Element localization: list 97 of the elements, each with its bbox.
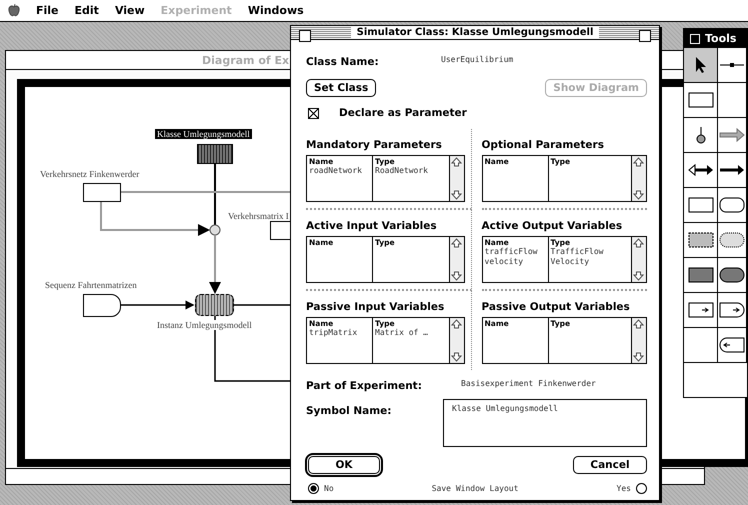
radio-label: Yes (616, 484, 631, 493)
list-cell-text: trafficFlow (484, 247, 538, 257)
hatched-rectangle-icon (688, 231, 714, 249)
menu-item[interactable]: View (114, 4, 145, 17)
up-arrow-icon[interactable] (632, 318, 645, 330)
tool-cell[interactable] (718, 83, 747, 118)
pointer-icon (696, 57, 706, 73)
tool-cell[interactable] (718, 188, 747, 223)
down-arrow-icon[interactable] (632, 351, 645, 363)
up-arrow-icon[interactable] (632, 237, 645, 249)
list-cell-text: Matrix of … (375, 328, 429, 338)
menu-item[interactable]: Windows (248, 4, 304, 17)
save-layout-label: Save Window Layout (432, 484, 518, 493)
panel-title: Active Input Variables (306, 220, 437, 232)
input-shape-icon (719, 301, 745, 319)
rectangle-icon (688, 196, 714, 214)
node-label: Sequenz Fahrtenmatrizen (45, 280, 137, 290)
dialog-title: Simulator Class: Klasse Umlegungsmodell (350, 27, 600, 38)
list-cell-text: velocity (484, 257, 524, 267)
down-arrow-icon[interactable] (450, 189, 462, 201)
class-name-label: Class Name: (306, 56, 379, 68)
double-arrow-icon (688, 161, 714, 179)
tool-cell[interactable] (684, 328, 718, 363)
vertical-scrollbar[interactable] (450, 156, 464, 201)
connector-icon (720, 63, 744, 67)
panel-title: Optional Parameters (482, 139, 604, 151)
list-cell-text: RoadNetwork (375, 166, 429, 176)
cancel-button[interactable]: Cancel (573, 456, 647, 474)
tool-cell[interactable] (684, 48, 718, 83)
radio-button[interactable] (636, 483, 647, 494)
tool-cell[interactable] (684, 83, 718, 118)
class-symbol[interactable] (197, 144, 233, 164)
down-arrow-icon[interactable] (632, 270, 645, 282)
tool-cell[interactable] (684, 118, 718, 153)
arrow-icon (719, 126, 745, 144)
set-class-button[interactable]: Set Class (306, 79, 376, 97)
tool-cell[interactable] (684, 153, 718, 188)
up-arrow-icon[interactable] (450, 237, 462, 249)
down-arrow-icon[interactable] (450, 270, 462, 282)
rectangle-icon (688, 91, 714, 109)
node-label: Instanz Umlegungsmodell (157, 320, 252, 330)
menu-item[interactable]: Edit (74, 4, 99, 17)
node-label: Klasse Umlegungsmodell (155, 129, 252, 139)
up-arrow-icon[interactable] (450, 156, 462, 168)
palette-title: Tools (705, 32, 736, 45)
menu-item[interactable]: File (36, 4, 59, 17)
tool-cell[interactable] (684, 223, 718, 258)
tool-cell[interactable] (718, 118, 747, 153)
node-label: Verkehrsmatrix I (228, 211, 289, 221)
vertical-scrollbar[interactable] (632, 156, 646, 201)
panel-title: Active Output Variables (482, 220, 622, 232)
ok-button[interactable]: OK (308, 456, 380, 474)
radio-label: No (324, 484, 334, 493)
window-title: Diagram of Ex (202, 54, 290, 66)
up-arrow-icon[interactable] (450, 318, 462, 330)
tool-cell[interactable] (684, 293, 718, 328)
tool-cell[interactable] (718, 48, 747, 83)
sequence-node[interactable] (83, 294, 121, 317)
output-shape-icon (719, 336, 745, 354)
vertical-scrollbar[interactable] (632, 237, 646, 282)
symbol-name-field[interactable]: Klasse Umlegungsmodell (443, 399, 647, 447)
list-cell-text: TrafficFlow (550, 247, 604, 257)
vertical-scrollbar[interactable] (632, 318, 646, 363)
close-box[interactable] (299, 30, 311, 42)
vertical-scrollbar[interactable] (450, 318, 464, 363)
tool-cell[interactable] (684, 258, 718, 293)
tool-cell[interactable] (718, 293, 747, 328)
node-label: Verkehrsnetz Finkenwerder (40, 169, 140, 179)
radio-button[interactable] (308, 483, 319, 494)
tool-cell[interactable] (718, 223, 747, 258)
network-node[interactable] (83, 183, 121, 202)
checkbox[interactable] (308, 108, 319, 118)
tool-cell[interactable] (718, 258, 747, 293)
list-cell-text: roadNetwork (309, 166, 363, 176)
tool-cell[interactable] (684, 188, 718, 223)
class-name-value: UserEquilibrium (441, 55, 514, 64)
up-arrow-icon[interactable] (632, 156, 645, 168)
vertical-scrollbar[interactable] (450, 237, 464, 282)
experiment-value: Basisexperiment Finkenwerder (461, 379, 596, 388)
list-cell-text: Velocity (550, 257, 590, 267)
list-cell-text: tripMatrix (309, 328, 358, 338)
apple-icon[interactable] (8, 4, 20, 17)
down-arrow-icon[interactable] (450, 351, 462, 363)
instance-node[interactable] (195, 294, 234, 316)
experiment-label: Part of Experiment: (306, 380, 422, 392)
zoom-box[interactable] (639, 30, 651, 42)
panel-title: Passive Input Variables (306, 301, 444, 313)
panel-title: Mandatory Parameters (306, 139, 442, 151)
input-rectangle-icon (688, 301, 714, 319)
tool-cell[interactable] (718, 328, 747, 363)
filled-rectangle-icon (688, 266, 714, 284)
checkbox-label: Declare as Parameter (339, 107, 467, 119)
panel-title: Passive Output Variables (482, 301, 630, 313)
down-arrow-icon[interactable] (632, 189, 645, 201)
rounded-rectangle-icon (719, 196, 745, 214)
symbol-name-label: Symbol Name: (306, 405, 392, 417)
tool-cell[interactable] (718, 153, 747, 188)
